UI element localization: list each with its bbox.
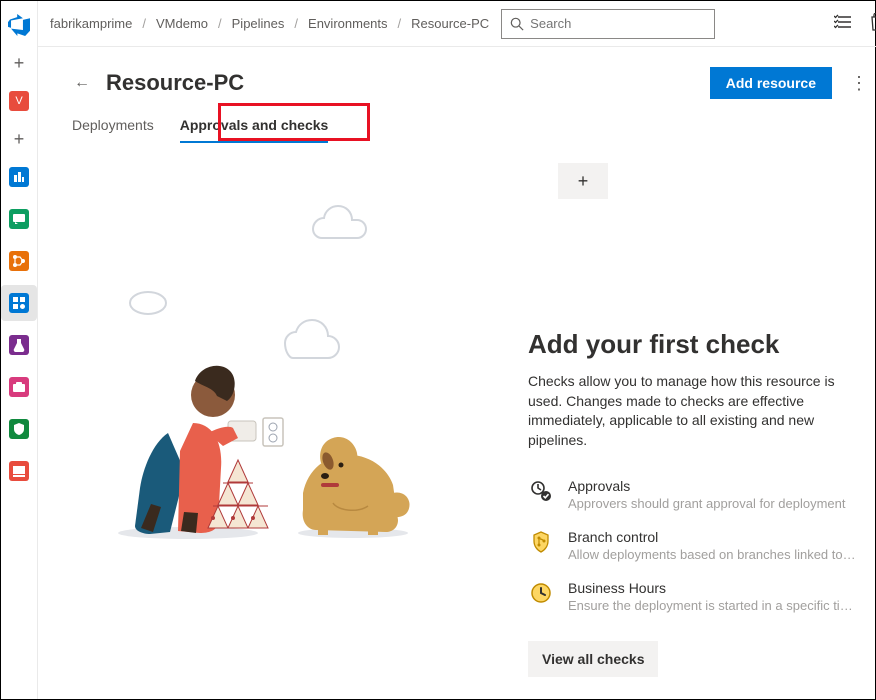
check-title: Business Hours — [568, 580, 858, 596]
azure-devops-icon — [8, 14, 30, 36]
breadcrumb-resource[interactable]: Resource-PC — [411, 16, 489, 31]
check-subtitle: Ensure the deployment is started in a sp… — [568, 598, 858, 613]
nav-marketplace[interactable] — [1, 453, 37, 489]
nav-environments[interactable] — [1, 285, 37, 321]
nav-new-item[interactable]: + — [1, 125, 37, 153]
nav-add-button[interactable]: + — [1, 49, 37, 77]
nav-artifacts[interactable] — [1, 369, 37, 405]
nav-overview[interactable]: V — [1, 83, 37, 119]
page-header: ← Resource-PC Add resource ⋮ — [68, 67, 868, 99]
view-all-checks-button[interactable]: View all checks — [528, 641, 658, 677]
settings-list-icon[interactable] — [834, 14, 852, 33]
illustration-svg — [73, 193, 493, 543]
tab-approvals-checks[interactable]: Approvals and checks — [180, 117, 329, 143]
compliance-icon — [9, 419, 29, 439]
left-nav-rail: + V + — [1, 1, 38, 699]
tab-deployments[interactable]: Deployments — [72, 117, 154, 143]
more-menu-button[interactable]: ⋮ — [850, 73, 868, 94]
nav-pipelines[interactable] — [1, 243, 37, 279]
check-subtitle: Allow deployments based on branches link… — [568, 547, 858, 562]
page-title: Resource-PC — [106, 70, 244, 96]
back-button[interactable]: ← — [68, 69, 96, 97]
nav-boards[interactable] — [1, 159, 37, 195]
check-subtitle: Approvers should grant approval for depl… — [568, 496, 846, 511]
empty-state-description: Checks allow you to manage how this reso… — [528, 372, 858, 450]
breadcrumb-pipelines[interactable]: Pipelines — [232, 16, 285, 31]
nav-compliance[interactable] — [1, 411, 37, 447]
environments-icon — [9, 293, 29, 313]
tab-bar: Deployments Approvals and checks — [68, 117, 868, 143]
empty-state-illustration — [68, 163, 498, 543]
boards-icon — [9, 167, 29, 187]
add-check-tile[interactable]: + — [558, 163, 608, 199]
check-option-approvals[interactable]: Approvals Approvers should grant approval… — [528, 478, 858, 511]
business-hours-icon — [528, 580, 554, 606]
check-suggestions-list: Approvals Approvers should grant approval… — [528, 478, 858, 613]
search-box[interactable] — [501, 9, 715, 39]
search-icon — [510, 17, 524, 31]
top-bar: fabrikamprime / VMdemo / Pipelines / Env… — [38, 1, 876, 47]
marketplace-icon — [9, 461, 29, 481]
azure-devops-logo[interactable] — [1, 7, 37, 43]
nav-test-plans[interactable] — [1, 327, 37, 363]
breadcrumb-project[interactable]: VMdemo — [156, 16, 208, 31]
repos-icon — [9, 209, 29, 229]
approvals-icon — [528, 478, 554, 504]
empty-state-heading: Add your first check — [528, 329, 858, 360]
nav-repos[interactable] — [1, 201, 37, 237]
add-resource-button[interactable]: Add resource — [710, 67, 832, 99]
check-option-business-hours[interactable]: Business Hours Ensure the deployment is s… — [528, 580, 858, 613]
breadcrumb-environments[interactable]: Environments — [308, 16, 387, 31]
check-title: Approvals — [568, 478, 846, 494]
artifacts-icon — [9, 377, 29, 397]
marketplace-icon-top[interactable] — [870, 13, 876, 34]
test-plans-icon — [9, 335, 29, 355]
pipelines-icon — [9, 251, 29, 271]
overview-icon: V — [9, 91, 29, 111]
branch-control-icon — [528, 529, 554, 555]
check-option-branch-control[interactable]: Branch control Allow deployments based on… — [528, 529, 858, 562]
check-title: Branch control — [568, 529, 858, 545]
breadcrumb-org[interactable]: fabrikamprime — [50, 16, 132, 31]
search-input[interactable] — [530, 16, 706, 31]
